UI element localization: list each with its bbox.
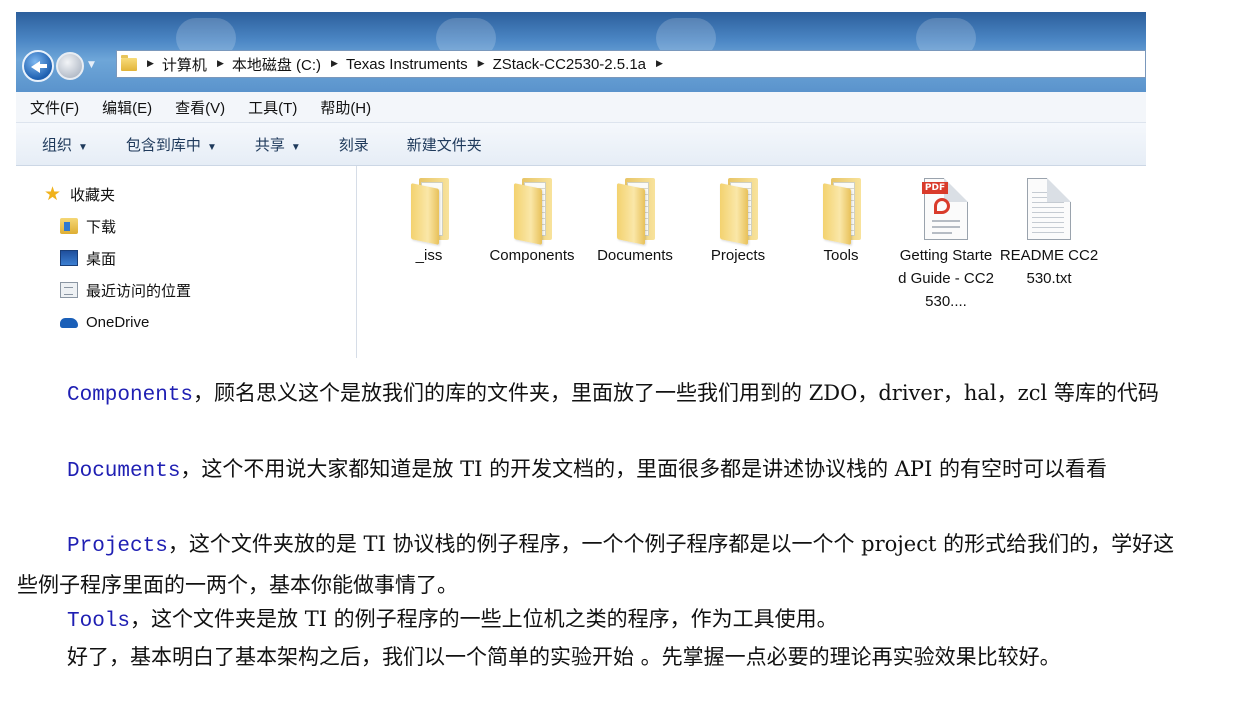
star-icon: ★ — [44, 183, 62, 205]
nav-label: 桌面 — [86, 250, 117, 268]
include-in-library-button[interactable]: 包含到库中 ▼ — [126, 134, 217, 155]
burn-button[interactable]: 刻录 — [339, 134, 369, 155]
nav-label: 收藏夹 — [70, 186, 116, 204]
share-button[interactable]: 共享 ▼ — [255, 134, 301, 155]
keyword-tools: Tools — [67, 610, 131, 633]
desktop-icon — [60, 250, 78, 266]
chevron-right-icon[interactable]: ▶ — [217, 59, 224, 69]
file-item-tools[interactable]: Tools — [793, 178, 889, 267]
nav-item-onedrive[interactable]: OneDrive — [60, 309, 149, 335]
file-item-iss[interactable]: _iss — [381, 178, 477, 267]
file-item-projects[interactable]: Projects — [690, 178, 786, 267]
keyword-documents: Documents — [67, 460, 181, 483]
folder-icon — [512, 178, 552, 245]
chevron-right-icon[interactable]: ▶ — [656, 59, 663, 69]
keyword-projects: Projects — [67, 535, 168, 558]
folder-icon — [615, 178, 655, 245]
navigation-pane: ★ 收藏夹 下载 桌面 最近访问的位置 OneDrive — [16, 166, 357, 358]
forward-arrow-icon[interactable] — [56, 52, 84, 80]
folder-icon — [821, 178, 861, 245]
recent-places-icon — [60, 282, 78, 298]
menu-tools[interactable]: 工具(T) — [248, 97, 297, 118]
nav-item-recent-places[interactable]: 最近访问的位置 — [60, 277, 191, 303]
nav-item-favorites[interactable]: ★ 收藏夹 — [44, 181, 115, 207]
paragraph-tools: Tools，这个文件夹是放 TI 的例子程序的一些上位机之类的程序，作为工具使用… — [17, 600, 1187, 641]
text-file-icon — [1027, 178, 1071, 240]
onedrive-icon-wrap — [60, 314, 78, 330]
chevron-right-icon[interactable]: ▶ — [331, 59, 338, 69]
new-folder-button[interactable]: 新建文件夹 — [407, 134, 482, 155]
paragraph-text: ，这个文件夹放的是 TI 协议栈的例子程序，一个个例子程序都是以一个个 proj… — [17, 532, 1175, 597]
breadcrumb-computer[interactable]: 计算机 — [162, 54, 207, 75]
chevron-down-icon: ▼ — [78, 141, 88, 153]
chevron-down-icon: ▼ — [206, 141, 217, 153]
command-bar: 组织 ▼ 包含到库中 ▼ 共享 ▼ 刻录 新建文件夹 — [16, 123, 1146, 166]
navigation-row: ▼ ▶ 计算机 ▶ 本地磁盘 (C:) ▶ Texas Instruments … — [16, 46, 1146, 90]
onedrive-icon — [60, 318, 78, 328]
download-folder-icon — [60, 218, 78, 234]
file-name: _iss — [415, 247, 443, 264]
file-list: _iss Components Documents Projects Tools — [357, 166, 1146, 358]
file-item-documents[interactable]: Documents — [587, 178, 683, 267]
breadcrumb-texas-instruments[interactable]: Texas Instruments — [346, 56, 468, 73]
keyword-components: Components — [67, 384, 194, 407]
file-name: Components — [489, 247, 575, 264]
paragraph-text: 好了，基本明白了基本架构之后，我们以一个简单的实验开始 。先掌握一点必要的理论再… — [67, 645, 1061, 669]
folder-icon — [121, 54, 137, 71]
file-item-readme[interactable]: README CC2530.txt — [999, 178, 1099, 290]
file-name: Projects — [710, 247, 766, 264]
back-arrow-icon[interactable] — [22, 50, 54, 82]
paragraph-conclusion: 好了，基本明白了基本架构之后，我们以一个简单的实验开始 。先掌握一点必要的理论再… — [17, 638, 1187, 676]
menu-edit[interactable]: 编辑(E) — [102, 97, 152, 118]
nav-label: 下载 — [86, 218, 117, 236]
menu-view[interactable]: 查看(V) — [175, 97, 225, 118]
file-name: Documents — [597, 247, 673, 264]
file-item-getting-started-guide[interactable]: PDF Getting Started Guide - CC2530.... — [896, 178, 996, 313]
paragraph-projects: Projects，这个文件夹放的是 TI 协议栈的例子程序，一个个例子程序都是以… — [17, 525, 1187, 604]
nav-item-desktop[interactable]: 桌面 — [60, 245, 116, 271]
explorer-window: ▼ ▶ 计算机 ▶ 本地磁盘 (C:) ▶ Texas Instruments … — [16, 12, 1146, 358]
organize-button[interactable]: 组织 ▼ — [42, 134, 88, 155]
menu-help[interactable]: 帮助(H) — [320, 97, 371, 118]
chevron-down-icon: ▼ — [290, 141, 301, 153]
file-name: README CC2530.txt — [999, 247, 1099, 287]
nav-item-downloads[interactable]: 下载 — [60, 213, 116, 239]
pdf-file-icon: PDF — [922, 178, 968, 240]
folder-icon — [409, 178, 449, 245]
address-bar[interactable]: ▶ 计算机 ▶ 本地磁盘 (C:) ▶ Texas Instruments ▶ … — [116, 50, 1146, 78]
recent-pages-dropdown-icon[interactable]: ▼ — [88, 60, 95, 70]
file-name: Getting Started Guide - CC2530.... — [898, 247, 994, 310]
paragraph-components: Components，顾名思义这个是放我们的库的文件夹，里面放了一些我们用到的 … — [17, 374, 1187, 415]
paragraph-documents: Documents，这个不用说大家都知道是放 TI 的开发文档的，里面很多都是讲… — [17, 450, 1187, 491]
menu-bar: 文件(F) 编辑(E) 查看(V) 工具(T) 帮助(H) — [16, 92, 1146, 123]
nav-label: OneDrive — [86, 313, 150, 331]
breadcrumb-local-disk[interactable]: 本地磁盘 (C:) — [232, 54, 321, 75]
folder-icon — [718, 178, 758, 245]
chevron-right-icon[interactable]: ▶ — [478, 59, 485, 69]
paragraph-text: ，这个文件夹是放 TI 的例子程序的一些上位机之类的程序，作为工具使用。 — [130, 607, 838, 631]
chevron-right-icon[interactable]: ▶ — [147, 59, 154, 69]
paragraph-text: ，顾名思义这个是放我们的库的文件夹，里面放了一些我们用到的 ZDO，driver… — [193, 381, 1159, 405]
breadcrumb-zstack[interactable]: ZStack-CC2530-2.5.1a — [493, 56, 646, 73]
menu-file[interactable]: 文件(F) — [30, 97, 79, 118]
file-name: Tools — [823, 247, 859, 264]
file-item-components[interactable]: Components — [484, 178, 580, 267]
paragraph-text: ，这个不用说大家都知道是放 TI 的开发文档的，里面很多都是讲述协议栈的 API… — [180, 457, 1108, 481]
nav-label: 最近访问的位置 — [86, 282, 192, 300]
